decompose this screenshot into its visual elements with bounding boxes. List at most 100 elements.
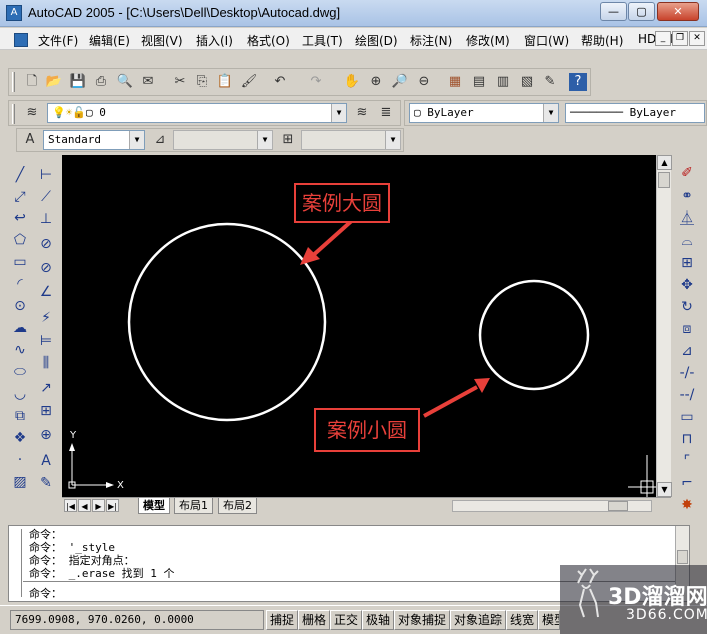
point-icon[interactable]: · [10,450,30,470]
publish-icon[interactable]: ✉ [139,73,157,91]
polygon-icon[interactable]: ⬠ [10,230,30,250]
tab-next-icon[interactable]: ▶ [92,499,105,512]
explode-icon[interactable]: ✸ [677,495,697,515]
dimension-edit-icon[interactable]: A [36,451,56,471]
dimension-text-edit-icon[interactable]: ✎ [36,473,56,493]
design-center-icon[interactable]: ▤ [470,73,488,91]
toolbar-grip[interactable] [12,72,15,92]
make-layer-current-icon[interactable]: ≋ [353,104,371,122]
linetype-dropdown[interactable]: ──────── ByLayer [565,103,705,123]
layer-dropdown[interactable]: 💡☀🔓▢ 0 ▼ [47,103,347,123]
menu-draw[interactable]: 绘图(D) [355,32,398,49]
diameter-dimension-icon[interactable]: ⊘ [36,258,56,278]
properties-icon[interactable]: ▦ [446,73,464,91]
line-icon[interactable]: ╱ [10,165,30,185]
revision-cloud-icon[interactable]: ☁ [10,318,30,338]
doc-close-button[interactable]: ✕ [689,31,705,46]
print-icon[interactable]: ⎙ [92,73,110,91]
scale-icon[interactable]: ⧈ [677,319,697,339]
drawing-canvas[interactable]: Y X 案例大圆 案例小圆 [62,155,656,497]
cut-icon[interactable]: ✂ [171,73,189,91]
model-space-toggle[interactable]: 模型 [538,610,560,630]
mirror-icon[interactable]: ⏅ [677,209,697,229]
radius-dimension-icon[interactable]: ⊘ [36,234,56,254]
hscroll-thumb[interactable] [608,501,628,511]
zoom-realtime-icon[interactable]: ⊕ [367,73,385,91]
doc-restore-button[interactable]: ❐ [672,31,688,46]
ellipse-icon[interactable]: ⬭ [10,362,30,382]
erase-icon[interactable]: ✐ [677,163,697,183]
open-icon[interactable]: 📂 [45,73,63,91]
tab-layout2[interactable]: 布局2 [218,498,257,514]
move-icon[interactable]: ✥ [677,275,697,295]
close-button[interactable]: ✕ [657,2,699,21]
dimension-style-dropdown[interactable]: ▼ [173,130,273,150]
chamfer-icon[interactable]: ⌜ [677,451,697,471]
match-properties-icon[interactable]: 🖌 [240,73,258,91]
lineweight-toggle[interactable]: 线宽 [506,610,539,630]
linear-dimension-icon[interactable]: ⊢ [36,165,56,185]
fillet-icon[interactable]: ⌐ [677,473,697,493]
scroll-up-icon[interactable]: ▲ [657,155,672,170]
aligned-dimension-icon[interactable]: ⟋ [36,187,56,207]
save-icon[interactable]: 💾 [69,73,87,91]
minimize-button[interactable]: — [600,2,627,21]
tab-layout1[interactable]: 布局1 [174,498,213,514]
tolerance-icon[interactable]: ⊞ [36,401,56,421]
horizontal-scrollbar[interactable] [452,500,652,512]
construction-line-icon[interactable]: ⤢ [10,187,30,207]
menu-file[interactable]: 文件(F) [38,32,78,49]
menu-modify[interactable]: 修改(M) [466,32,510,49]
vertical-scrollbar[interactable]: ▲ ▼ [656,155,672,497]
copy-object-icon[interactable]: ⚭ [677,186,697,206]
copy-icon[interactable]: ⎘ [193,73,211,91]
make-block-icon[interactable]: ❖ [10,428,30,448]
zoom-previous-icon[interactable]: ⊖ [415,73,433,91]
snap-toggle[interactable]: 捕捉 [266,610,299,630]
color-dropdown[interactable]: ▢ ByLayer ▼ [409,103,559,123]
rectangle-icon[interactable]: ▭ [10,252,30,272]
tool-palettes-icon[interactable]: ▥ [494,73,512,91]
text-style-icon[interactable]: A [21,131,39,149]
new-icon[interactable]: 🗋 [23,73,41,91]
menu-insert[interactable]: 插入(I) [196,32,233,49]
polyline-icon[interactable]: ↩ [10,208,30,228]
zoom-window-icon[interactable]: 🔎 [391,73,409,91]
maximize-button[interactable]: ▢ [628,2,655,21]
table-style-icon[interactable]: ⊞ [279,131,297,149]
offset-icon[interactable]: ⌓ [677,231,697,251]
tab-prev-icon[interactable]: ◀ [78,499,91,512]
menu-help[interactable]: 帮助(H) [581,32,623,49]
tab-last-icon[interactable]: ▶| [106,499,119,512]
markup-icon[interactable]: ✎ [541,73,559,91]
angular-dimension-icon[interactable]: ∠ [36,282,56,302]
scroll-down-icon[interactable]: ▼ [657,482,672,497]
circle-icon[interactable]: ⊙ [10,296,30,316]
tab-first-icon[interactable]: |◀ [64,499,77,512]
redo-icon[interactable]: ↷ [307,73,325,91]
layer-previous-icon[interactable]: ≣ [377,104,395,122]
baseline-dimension-icon[interactable]: ⊨ [36,331,56,351]
ortho-toggle[interactable]: 正交 [330,610,363,630]
insert-block-icon[interactable]: ⧉ [10,406,30,426]
toolbar-grip[interactable] [12,104,15,124]
doc-minimize-button[interactable]: _ [655,31,671,46]
menu-edit[interactable]: 编辑(E) [89,32,130,49]
arc-icon[interactable]: ◜ [10,274,30,294]
menu-dimension[interactable]: 标注(N) [410,32,452,49]
menu-view[interactable]: 视图(V) [141,32,183,49]
command-window-grip[interactable] [12,529,22,597]
sheet-set-icon[interactable]: ▧ [518,73,536,91]
ordinate-dimension-icon[interactable]: ⊥ [36,209,56,229]
center-mark-icon[interactable]: ⊕ [36,425,56,445]
table-style-dropdown[interactable]: ▼ [301,130,401,150]
spline-icon[interactable]: ∿ [10,340,30,360]
join-icon[interactable]: ⊓ [677,429,697,449]
paste-icon[interactable]: 📋 [216,73,234,91]
polar-toggle[interactable]: 极轴 [362,610,395,630]
array-icon[interactable]: ⊞ [677,253,697,273]
menu-tools[interactable]: 工具(T) [302,32,343,49]
large-circle[interactable] [127,222,327,422]
command-scroll-thumb[interactable] [677,550,688,564]
scroll-thumb[interactable] [658,172,670,188]
